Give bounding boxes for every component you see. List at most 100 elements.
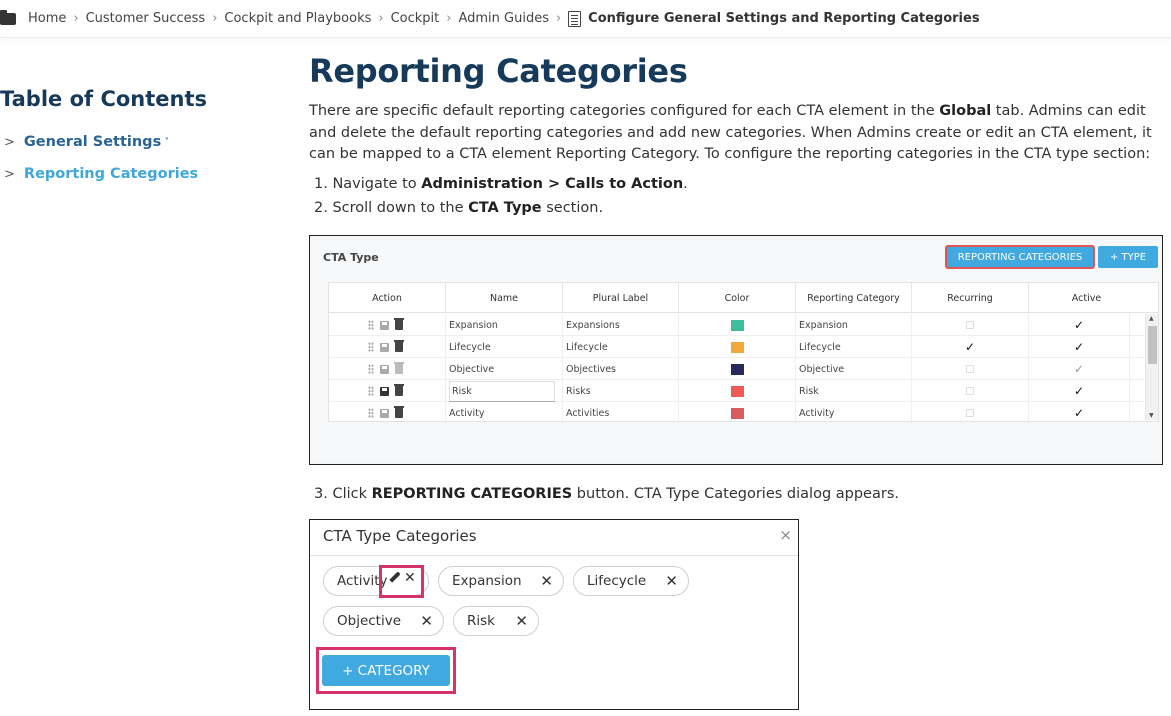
drag-handle-icon[interactable] (368, 320, 374, 330)
name-cell[interactable]: Expansion (446, 314, 563, 336)
drag-handle-icon[interactable] (368, 386, 374, 396)
close-icon[interactable]: ✕ (665, 572, 678, 590)
step-text: section. (541, 200, 604, 216)
close-icon[interactable]: ✕ (420, 612, 433, 630)
drag-handle-icon[interactable] (368, 364, 374, 374)
breadcrumb-admin-guides[interactable]: Admin Guides (458, 11, 549, 26)
vertical-scrollbar[interactable]: ▲ ▼ (1145, 314, 1158, 420)
checkmark-icon[interactable]: ✓ (965, 340, 975, 354)
add-type-button[interactable]: + TYPE (1098, 246, 1158, 268)
checkmark-icon[interactable]: ✓ (1074, 318, 1084, 332)
category-cell[interactable]: Objective (796, 358, 912, 380)
intro-text: There are specific default reporting cat… (309, 103, 940, 119)
checkbox[interactable] (966, 409, 974, 417)
checkbox[interactable] (966, 321, 974, 329)
save-icon[interactable] (380, 364, 389, 374)
color-cell[interactable] (679, 358, 796, 380)
recurring-cell[interactable] (912, 314, 1029, 336)
trash-icon[interactable] (394, 406, 404, 418)
recurring-cell[interactable]: ✓ (912, 336, 1029, 358)
trash-icon[interactable] (394, 384, 404, 396)
scrollbar-thumb[interactable] (1148, 326, 1157, 364)
name-input[interactable]: Risk (449, 380, 555, 402)
checkmark-icon[interactable]: ✓ (1074, 362, 1084, 376)
save-icon[interactable] (380, 386, 389, 396)
action-cell (329, 336, 446, 358)
scroll-up-icon[interactable]: ▲ (1149, 315, 1154, 322)
active-cell[interactable]: ✓ (1029, 314, 1130, 336)
breadcrumb-cockpit-playbooks[interactable]: Cockpit and Playbooks (224, 11, 371, 26)
close-icon[interactable]: ✕ (404, 570, 416, 586)
category-cell[interactable]: Lifecycle (796, 336, 912, 358)
document-icon (568, 10, 582, 27)
chevron-right-icon: › (446, 11, 452, 26)
pencil-icon[interactable] (389, 571, 401, 583)
breadcrumb-customer-success[interactable]: Customer Success (86, 11, 206, 26)
trash-icon[interactable] (394, 318, 404, 330)
name-cell[interactable]: Objective (446, 358, 563, 380)
action-cell (329, 402, 446, 424)
table-row: Expansion Expansions Expansion ✓ (329, 314, 1144, 336)
recurring-cell[interactable] (912, 402, 1029, 424)
checkbox[interactable] (966, 365, 974, 373)
drag-handle-icon[interactable] (368, 342, 374, 352)
close-icon[interactable]: ✕ (540, 572, 553, 590)
category-chip-objective[interactable]: Objective ✕ (323, 606, 444, 636)
plural-cell[interactable]: Risks (563, 380, 679, 402)
color-cell[interactable] (679, 402, 796, 424)
step-text: 2. Scroll down to the (314, 200, 469, 216)
checkmark-icon[interactable]: ✓ (1074, 384, 1084, 398)
trash-icon[interactable] (394, 362, 404, 374)
checkbox[interactable] (966, 387, 974, 395)
active-cell[interactable]: ✓ (1029, 402, 1130, 424)
recurring-cell[interactable] (912, 380, 1029, 402)
name-cell[interactable]: Activity (446, 402, 563, 424)
category-cell[interactable]: Expansion (796, 314, 912, 336)
drag-handle-icon[interactable] (368, 408, 374, 418)
category-chip-expansion[interactable]: Expansion ✕ (438, 566, 564, 596)
active-cell[interactable]: ✓ (1029, 380, 1130, 402)
chevron-right-icon: > (4, 166, 15, 182)
breadcrumb-cockpit[interactable]: Cockpit (391, 11, 440, 26)
breadcrumb-home[interactable]: Home (28, 11, 66, 26)
category-chip-risk[interactable]: Risk ✕ (453, 606, 539, 636)
plural-cell[interactable]: Lifecycle (563, 336, 679, 358)
name-cell[interactable]: Lifecycle (446, 336, 563, 358)
close-icon[interactable]: × (779, 526, 792, 544)
toc-item-general-settings[interactable]: > General Settings ˅ (4, 134, 169, 150)
save-icon[interactable] (380, 408, 389, 418)
step-1: 1. Navigate to Administration > Calls to… (314, 176, 688, 192)
add-category-button[interactable]: + CATEGORY (322, 655, 450, 686)
save-icon[interactable] (380, 320, 389, 330)
category-cell[interactable]: Risk (796, 380, 912, 402)
column-header: Plural Label (563, 283, 679, 313)
reporting-categories-button[interactable]: REPORTING CATEGORIES (945, 245, 1095, 269)
table-row: Objective Objectives Objective ✓ (329, 358, 1144, 380)
plural-cell[interactable]: Activities (563, 402, 679, 424)
color-cell[interactable] (679, 336, 796, 358)
chevron-right-icon: › (212, 11, 218, 26)
step-text: button. CTA Type Categories dialog appea… (572, 486, 899, 502)
table-row: Risk Risks Risk ✓ (329, 380, 1144, 402)
chip-label: Expansion (452, 573, 522, 589)
column-header: Action (329, 283, 446, 313)
chevron-down-icon[interactable]: ˅ (164, 137, 169, 148)
plural-cell[interactable]: Expansions (563, 314, 679, 336)
color-cell[interactable] (679, 314, 796, 336)
category-chip-lifecycle[interactable]: Lifecycle ✕ (573, 566, 689, 596)
save-icon[interactable] (380, 342, 389, 352)
active-cell[interactable]: ✓ (1029, 358, 1130, 380)
recurring-cell[interactable] (912, 358, 1029, 380)
color-cell[interactable] (679, 380, 796, 402)
toc-item-reporting-categories[interactable]: > Reporting Categories (4, 166, 198, 182)
category-cell[interactable]: Activity (796, 402, 912, 424)
name-cell[interactable]: Risk (446, 380, 563, 402)
plural-cell[interactable]: Objectives (563, 358, 679, 380)
checkmark-icon[interactable]: ✓ (1074, 340, 1084, 354)
scroll-down-icon[interactable]: ▼ (1149, 412, 1154, 419)
close-icon[interactable]: ✕ (515, 612, 528, 630)
active-cell[interactable]: ✓ (1029, 336, 1130, 358)
checkmark-icon[interactable]: ✓ (1074, 406, 1084, 420)
trash-icon[interactable] (394, 340, 404, 352)
cta-type-title: CTA Type (323, 251, 379, 264)
